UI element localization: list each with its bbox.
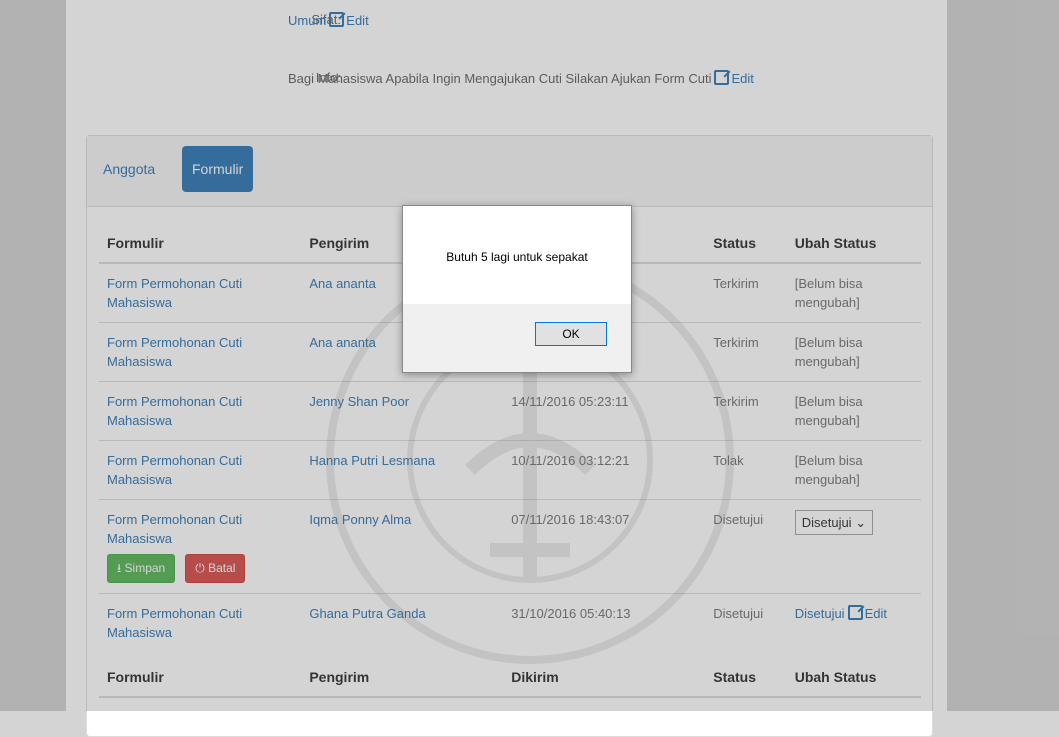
alert-message: Butuh 5 lagi untuk sepakat — [446, 250, 588, 264]
ok-button[interactable]: OK — [535, 322, 607, 346]
alert-dialog: Butuh 5 lagi untuk sepakat OK — [402, 205, 632, 373]
alert-body: Butuh 5 lagi untuk sepakat — [403, 206, 631, 304]
